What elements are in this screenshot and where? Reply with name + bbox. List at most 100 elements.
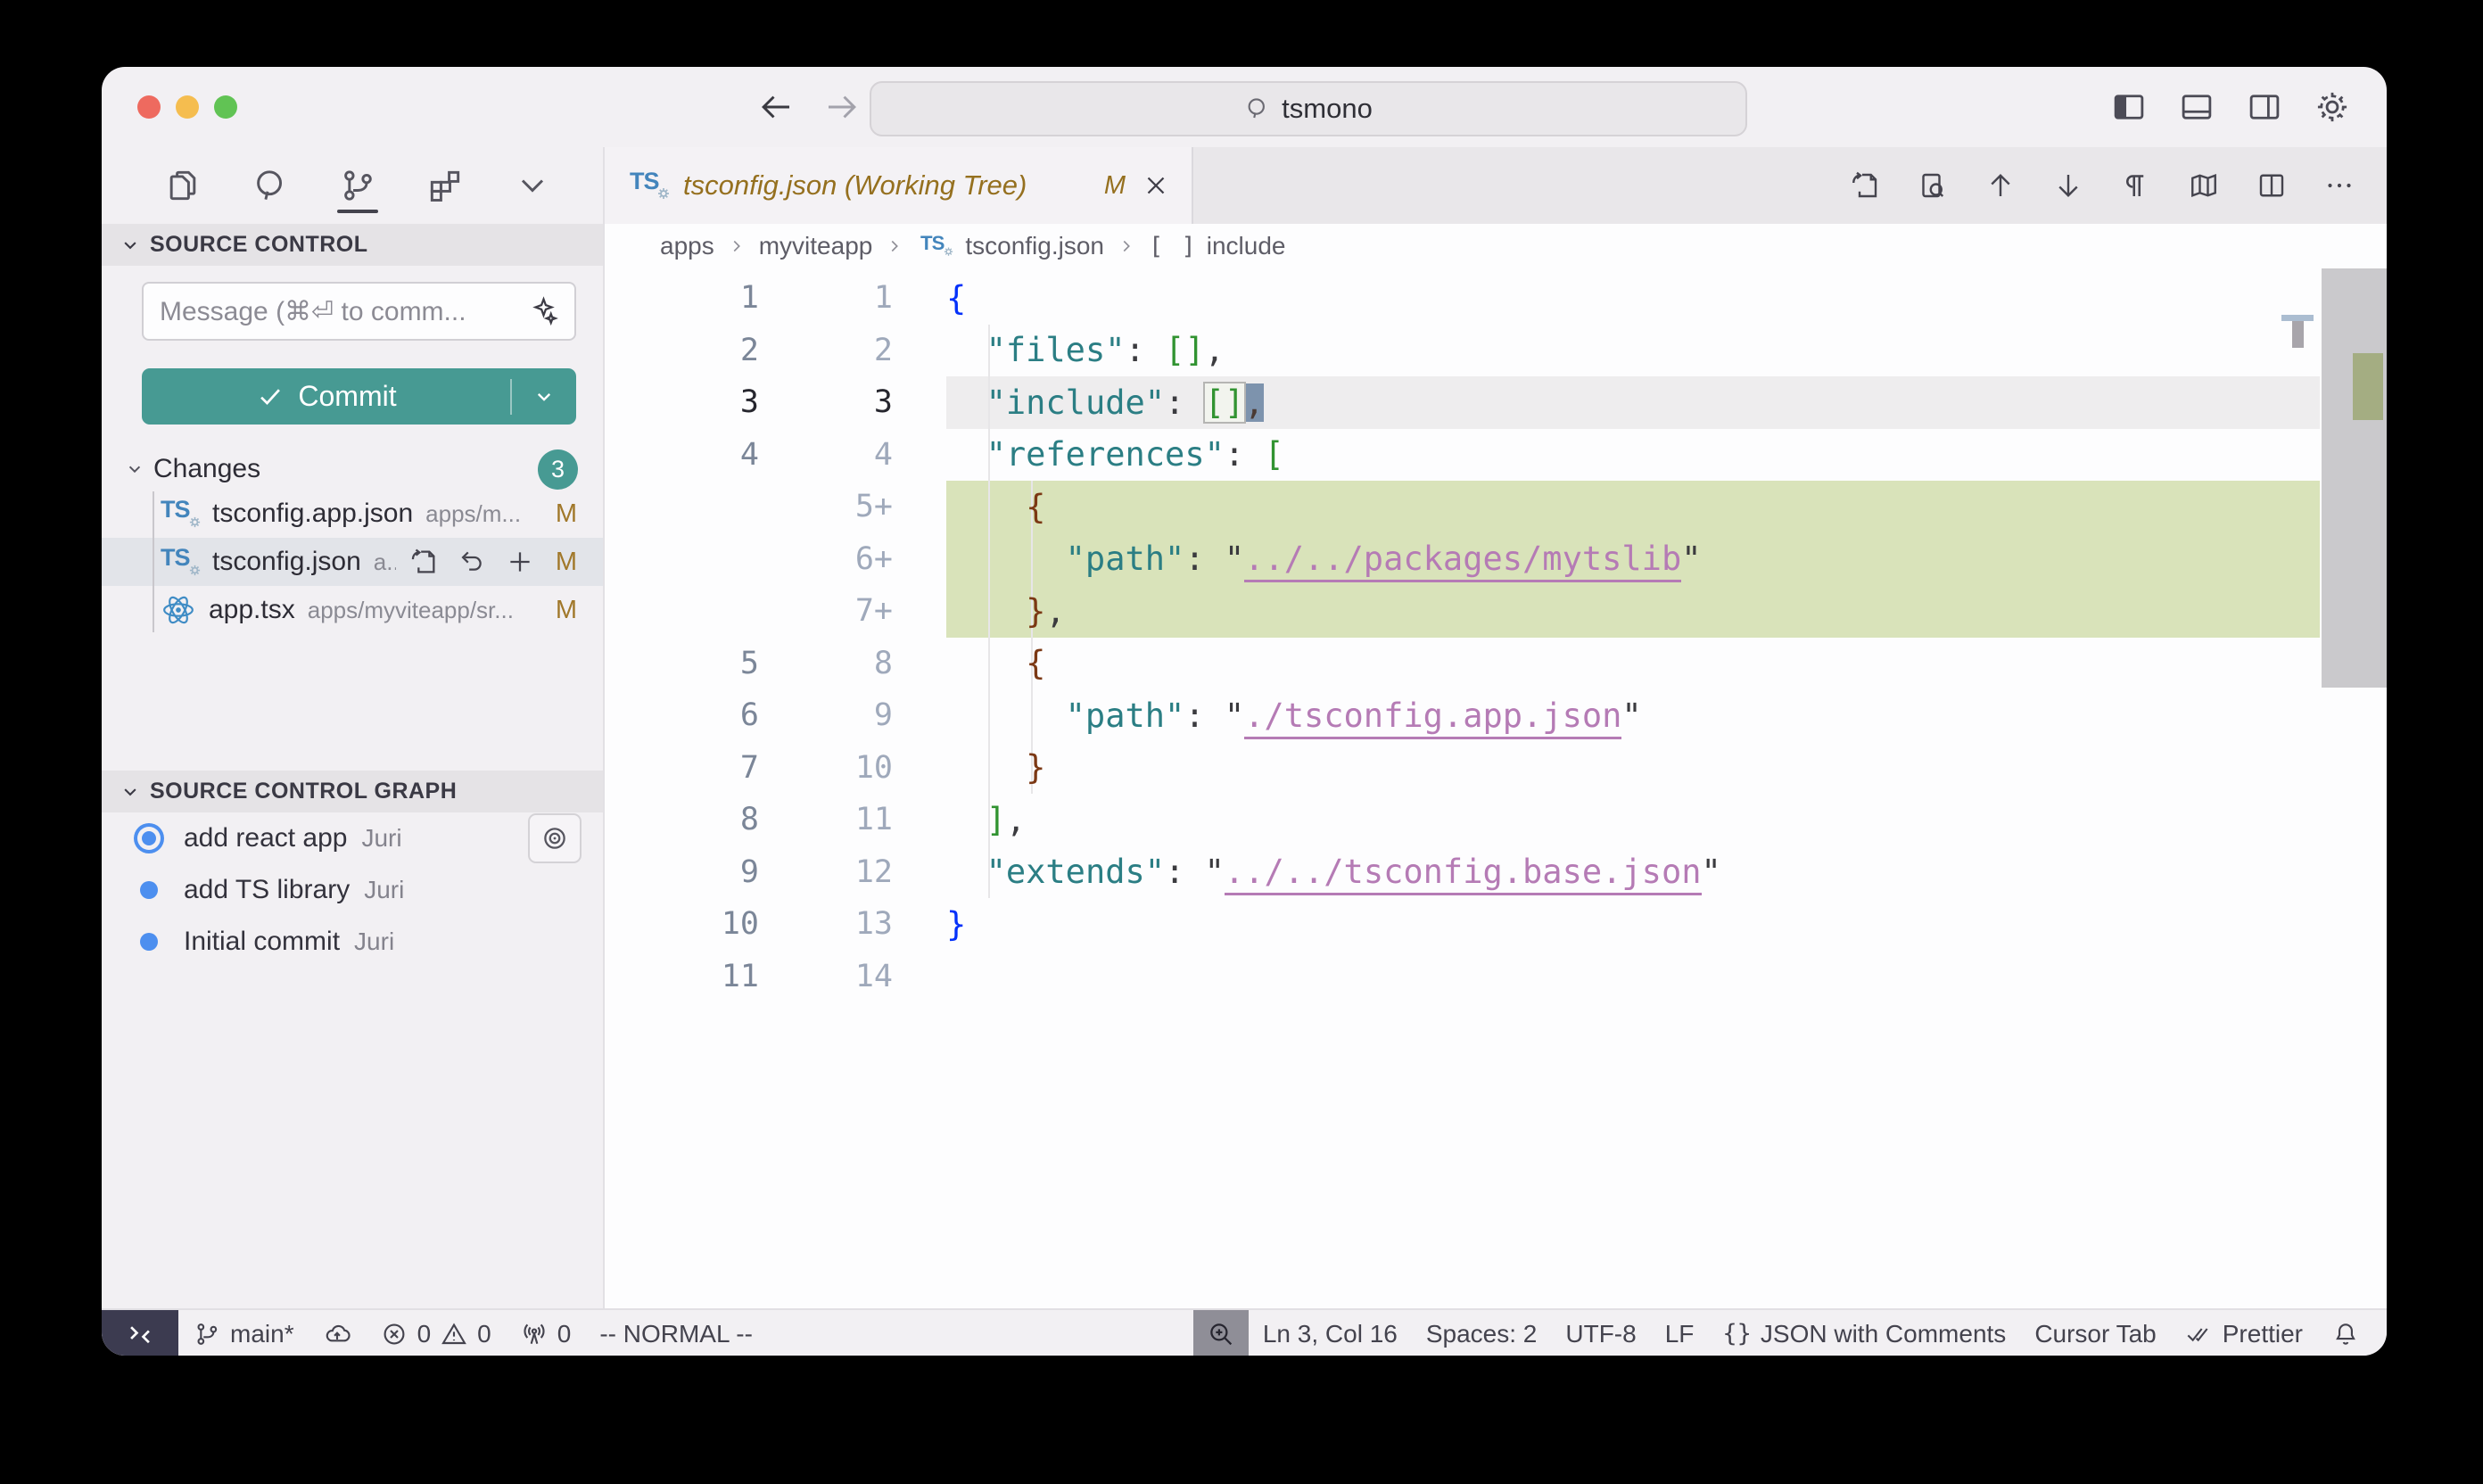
activity-item-more-views[interactable] — [510, 158, 555, 213]
status-formatter[interactable]: Prettier — [2171, 1310, 2317, 1356]
maximize-window-button[interactable] — [214, 95, 237, 119]
commit-button[interactable]: Commit — [142, 368, 576, 425]
sparkle-icon[interactable] — [526, 295, 558, 327]
status-eol[interactable]: LF — [1651, 1310, 1709, 1356]
tab-tsconfig-working-tree[interactable]: TS tsconfig.json (Working Tree) M — [605, 147, 1193, 224]
code-editor[interactable]: 1 1 { 2 2 "files": [], 3 3 "include": []… — [605, 268, 2387, 1308]
breadcrumb-label: apps — [660, 232, 714, 260]
search-icon — [1244, 95, 1271, 122]
breadcrumb-item[interactable]: myviteapp — [759, 232, 873, 260]
close-tab-icon[interactable] — [1140, 169, 1172, 202]
split-editor-icon[interactable] — [2255, 169, 2289, 202]
status-vim-mode[interactable]: -- NORMAL -- — [585, 1310, 767, 1356]
changed-file-row[interactable]: TS tsconfig.app.json apps/m... M — [102, 490, 603, 538]
tab-modified-badge: M — [1104, 171, 1126, 201]
new-line-number: 6+ — [759, 541, 893, 577]
commit-message-input[interactable]: Message (⌘⏎ to comm... — [142, 282, 576, 341]
back-icon[interactable] — [758, 88, 796, 126]
new-line-number: 10 — [759, 750, 893, 786]
status-zoom-indicator[interactable] — [1193, 1310, 1249, 1356]
whitespace-icon[interactable] — [2119, 169, 2153, 202]
code-line[interactable]: 11 14 — [605, 951, 2387, 1003]
changed-file-row[interactable]: app.tsx apps/myviteapp/sr... M — [102, 586, 603, 634]
more-icon[interactable] — [2322, 169, 2356, 202]
remote-indicator[interactable] — [102, 1310, 178, 1356]
activity-item-explorer[interactable] — [161, 158, 205, 213]
source-control-section-header[interactable]: SOURCE CONTROL — [102, 224, 603, 266]
code-line[interactable]: 7 10 } — [605, 742, 2387, 795]
tsconfig-file-icon: TS — [630, 168, 669, 203]
commit-author: Juri — [354, 928, 394, 956]
breadcrumb-label: tsconfig.json — [965, 232, 1104, 260]
minimize-window-button[interactable] — [176, 95, 199, 119]
checkout-target-button[interactable] — [528, 813, 582, 863]
cursor-tab-label: Cursor Tab — [2034, 1320, 2156, 1348]
file-path: apps/myviteapp/sr... — [308, 597, 540, 624]
open-file-icon[interactable] — [408, 547, 439, 577]
branch-status-label: main* — [230, 1320, 294, 1348]
forward-icon[interactable] — [822, 88, 860, 126]
changes-section-header[interactable]: Changes 3 — [102, 449, 603, 490]
status-cursor-position[interactable]: Ln 3, Col 16 — [1249, 1310, 1412, 1356]
plus-icon[interactable] — [505, 547, 535, 577]
commit-message-placeholder: Message (⌘⏎ to comm... — [160, 296, 526, 327]
code-line[interactable]: 5 8 { — [605, 638, 2387, 690]
inline-view-icon[interactable] — [1916, 169, 1950, 202]
old-line-number: 7 — [605, 750, 759, 786]
code-line[interactable]: 8 11 ], — [605, 794, 2387, 846]
code-line[interactable]: 6+ "path": "../../packages/mytslib" — [605, 533, 2387, 586]
code-line[interactable]: 4 4 "references": [ — [605, 429, 2387, 482]
commit-row[interactable]: add TS library Juri — [102, 864, 603, 916]
activity-item-extensions[interactable] — [423, 158, 467, 213]
commit-row[interactable]: Initial commit Juri — [102, 916, 603, 968]
editor-area: TS tsconfig.json (Working Tree) M apps m… — [605, 147, 2387, 1308]
status-problems[interactable]: 00 — [366, 1310, 506, 1356]
source-control-title: SOURCE CONTROL — [150, 232, 368, 258]
commit-dropdown-button[interactable] — [512, 383, 576, 410]
open-file-icon[interactable] — [1848, 169, 1882, 202]
code-line[interactable]: 5+ { — [605, 481, 2387, 533]
breadcrumb-item[interactable]: apps — [660, 232, 714, 260]
changed-file-row[interactable]: TS tsconfig.json a... M — [102, 538, 603, 586]
activity-item-search[interactable] — [248, 158, 293, 213]
code-line[interactable]: 10 13 } — [605, 898, 2387, 951]
status-indentation[interactable]: Spaces: 2 — [1412, 1310, 1552, 1356]
map-icon[interactable] — [2187, 169, 2221, 202]
status-ports[interactable]: 0 — [506, 1310, 586, 1356]
source-control-graph-header[interactable]: SOURCE CONTROL GRAPH — [102, 771, 603, 812]
main-area: SOURCE CONTROL Message (⌘⏎ to comm... Co… — [102, 147, 2387, 1308]
modified-badge: M — [553, 499, 580, 529]
code-line[interactable]: 7+ }, — [605, 585, 2387, 638]
status-notifications[interactable] — [2317, 1310, 2374, 1356]
command-center-search[interactable]: tsmono — [870, 81, 1747, 136]
indentation-label: Spaces: 2 — [1426, 1320, 1538, 1348]
breadcrumb-item[interactable]: [ ] include — [1149, 232, 1286, 260]
code-line[interactable]: 1 1 { — [605, 272, 2387, 325]
code-line[interactable]: 3 3 "include": [], — [605, 376, 2387, 429]
file-actions — [408, 547, 535, 577]
commit-row[interactable]: add react app Juri — [102, 812, 603, 864]
layout-sidebar-right-icon[interactable] — [2246, 88, 2283, 126]
discard-icon[interactable] — [457, 547, 487, 577]
status-sync-status[interactable] — [309, 1310, 366, 1356]
breadcrumb-item[interactable]: TS tsconfig.json — [917, 228, 1104, 264]
old-line-number: 8 — [605, 802, 759, 837]
layout-panel-icon[interactable] — [2178, 88, 2215, 126]
status-encoding[interactable]: UTF-8 — [1551, 1310, 1650, 1356]
status-cursor-tab[interactable]: Cursor Tab — [2020, 1310, 2170, 1356]
next-change-icon[interactable] — [2051, 169, 2085, 202]
code-line[interactable]: 9 12 "extends": "../../tsconfig.base.jso… — [605, 846, 2387, 899]
gear-icon[interactable] — [2314, 88, 2351, 126]
vertical-scrollbar[interactable] — [2322, 268, 2387, 688]
close-window-button[interactable] — [137, 95, 161, 119]
code-line[interactable]: 6 9 "path": "./tsconfig.app.json" — [605, 689, 2387, 742]
activity-item-source-control[interactable] — [335, 158, 380, 213]
status-language-mode[interactable]: {}JSON with Comments — [1708, 1310, 2020, 1356]
code-line[interactable]: 2 2 "files": [], — [605, 325, 2387, 377]
minimap[interactable] — [2281, 315, 2314, 356]
prev-change-icon[interactable] — [1984, 169, 2017, 202]
changes-file-list: TS tsconfig.app.json apps/m... M TS tsco… — [102, 490, 603, 634]
layout-sidebar-left-icon[interactable] — [2110, 88, 2148, 126]
status-branch-status[interactable]: main* — [178, 1310, 309, 1356]
commit-message: add TS library — [184, 875, 350, 905]
